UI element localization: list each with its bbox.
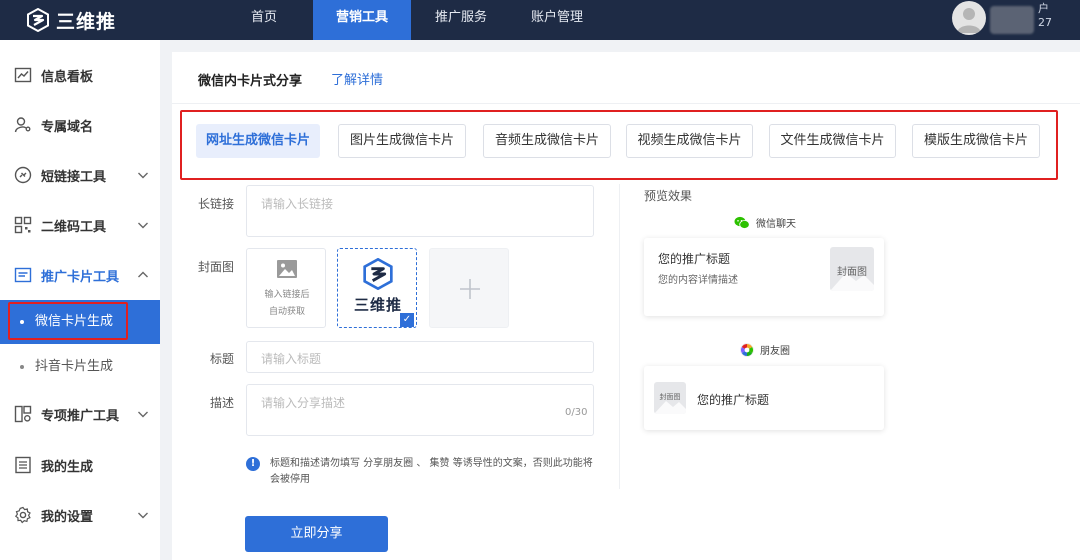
preview-title: 预览效果 xyxy=(644,189,693,203)
user-name-blurred[interactable] xyxy=(990,6,1034,34)
user-silhouette-icon xyxy=(957,8,981,33)
tab-file-card[interactable]: 文件生成微信卡片 xyxy=(769,124,896,158)
long-link-input[interactable]: 请输入长链接 xyxy=(246,185,594,237)
preview-card-desc: 您的内容详情描述 xyxy=(658,275,738,286)
cover-logo-text: 三维推 xyxy=(353,296,402,314)
page-title: 微信内卡片式分享 xyxy=(198,74,303,89)
brand-logo[interactable]: 三维推 xyxy=(26,4,116,36)
tab-image-card[interactable]: 图片生成微信卡片 xyxy=(338,124,466,158)
brand-name: 三维推 xyxy=(56,10,117,33)
sidebar-item-promo-card[interactable]: 推广卡片工具 xyxy=(0,250,160,300)
user-avatar[interactable] xyxy=(952,1,986,35)
wechat-icon xyxy=(734,216,750,229)
sidebar-item-domain[interactable]: 专属域名 xyxy=(0,100,160,150)
sidebar-item-label: 专项推广工具 xyxy=(41,408,120,424)
image-icon xyxy=(277,260,297,278)
title-label: 标题 xyxy=(210,352,235,366)
cover-label: 封面图 xyxy=(198,260,235,274)
sidebar-item-qrcode[interactable]: 二维码工具 xyxy=(0,200,160,250)
thumb-label: 封面图 xyxy=(659,393,681,401)
link-icon xyxy=(14,166,32,184)
sidebar-item-label: 专属域名 xyxy=(41,119,94,135)
bullet-dot xyxy=(20,365,24,369)
qrcode-icon xyxy=(14,216,32,234)
sidebar-subitem-douyin-card[interactable]: 抖音卡片生成 xyxy=(0,345,160,389)
cover-auto-fetch[interactable]: 输入链接后 自动获取 xyxy=(246,248,326,328)
special-icon xyxy=(14,405,32,423)
brand-logo-icon xyxy=(363,258,393,290)
nav-promotion-services[interactable]: 推广服务 xyxy=(426,0,496,40)
preview-cover-thumb: 封面图 xyxy=(654,382,686,414)
sidebar-item-label: 短链接工具 xyxy=(41,169,107,185)
desc-char-counter: 0/30 xyxy=(565,407,588,418)
cover-selected-logo[interactable]: 三维推 ✓ xyxy=(337,248,417,328)
top-navbar: 三维推 首页 营销工具 推广服务 账户管理 户 27 xyxy=(0,0,1080,40)
tab-audio-card[interactable]: 音频生成微信卡片 xyxy=(483,124,611,158)
tab-template-card[interactable]: 模版生成微信卡片 xyxy=(912,124,1040,158)
tab-url-card[interactable]: 网址生成微信卡片 xyxy=(196,124,320,158)
info-icon: ! xyxy=(246,457,260,471)
moments-icon xyxy=(740,342,754,357)
preview-cover-thumb: 封面图 xyxy=(830,247,874,291)
sidebar-item-dashboard[interactable]: 信息看板 xyxy=(0,50,160,100)
desc-input[interactable]: 请输入分享描述 xyxy=(246,384,594,436)
sidebar-item-label: 二维码工具 xyxy=(41,219,107,235)
wechat-chat-preview-card: 您的推广标题 您的内容详情描述 封面图 xyxy=(644,238,884,316)
sidebar-item-label: 我的设置 xyxy=(41,509,94,525)
brand-logo-icon xyxy=(27,8,49,32)
checkmark-icon: ✓ xyxy=(400,313,414,327)
sidebar-item-label: 我的生成 xyxy=(41,459,94,475)
chevron-up-icon xyxy=(138,271,148,278)
wechat-chat-label: 微信聊天 xyxy=(734,215,796,230)
add-cover-button[interactable] xyxy=(429,248,509,328)
desc-label: 描述 xyxy=(210,396,235,410)
long-link-label: 长链接 xyxy=(198,197,235,211)
chart-icon xyxy=(14,67,32,83)
chevron-down-icon xyxy=(138,512,148,519)
nav-home[interactable]: 首页 xyxy=(232,0,296,40)
chevron-down-icon xyxy=(138,222,148,229)
divider xyxy=(619,184,620,489)
highlight-box xyxy=(8,302,128,340)
card-icon xyxy=(14,267,32,283)
preview-card-title: 您的推广标题 xyxy=(658,252,731,266)
sidebar-item-settings[interactable]: 我的设置 xyxy=(0,490,160,540)
wechat-chat-text: 微信聊天 xyxy=(756,219,796,230)
chevron-down-icon xyxy=(138,411,148,418)
sidebar-subitem-label: 抖音卡片生成 xyxy=(35,359,114,374)
cover-auto-text: 输入链接后 xyxy=(264,290,310,300)
sidebar-subitem-wechat-card[interactable]: 微信卡片生成 xyxy=(0,300,160,344)
nav-account-management[interactable]: 账户管理 xyxy=(514,0,600,40)
plus-icon xyxy=(460,279,480,299)
cover-auto-text: 自动获取 xyxy=(268,307,305,317)
share-now-button[interactable]: 立即分享 xyxy=(245,516,388,552)
list-icon xyxy=(15,456,31,474)
sidebar-item-special-promo[interactable]: 专项推广工具 xyxy=(0,389,160,439)
moments-preview-card: 封面图 您的推广标题 xyxy=(644,366,884,430)
tab-video-card[interactable]: 视频生成微信卡片 xyxy=(626,124,753,158)
learn-more-link[interactable]: 了解详情 xyxy=(331,69,383,88)
sidebar-item-label: 信息看板 xyxy=(41,69,94,85)
title-input[interactable]: 请输入标题 xyxy=(246,341,594,373)
thumb-label: 封面图 xyxy=(837,267,867,278)
gear-icon xyxy=(14,506,31,524)
main-panel: 微信内卡片式分享 了解详情 网址生成微信卡片 图片生成微信卡片 音频生成微信卡片… xyxy=(172,52,1080,560)
user-key-icon xyxy=(14,117,31,133)
nav-marketing-tools[interactable]: 营销工具 xyxy=(313,0,411,40)
moments-label: 朋友圈 xyxy=(740,342,790,357)
chevron-down-icon xyxy=(138,172,148,179)
preview-card-title: 您的推广标题 xyxy=(697,393,770,407)
sidebar-item-short-link[interactable]: 短链接工具 xyxy=(0,150,160,200)
panel-header: 微信内卡片式分享 了解详情 xyxy=(172,52,1080,104)
notice-text: 标题和描述请勿填写 分享朋友圈 、 集赞 等诱导性的文案，否则此功能将会被停用 xyxy=(270,458,593,485)
moments-text: 朋友圈 xyxy=(760,346,790,357)
user-name-partial: 户 27 xyxy=(1038,2,1052,29)
sidebar-item-label: 推广卡片工具 xyxy=(41,269,120,285)
sidebar-item-my-generated[interactable]: 我的生成 xyxy=(0,440,160,490)
sidebar: 信息看板 专属域名 短链接工具 二维码工具 推广卡片工具 微信卡片生成 抖音卡片… xyxy=(0,40,160,560)
